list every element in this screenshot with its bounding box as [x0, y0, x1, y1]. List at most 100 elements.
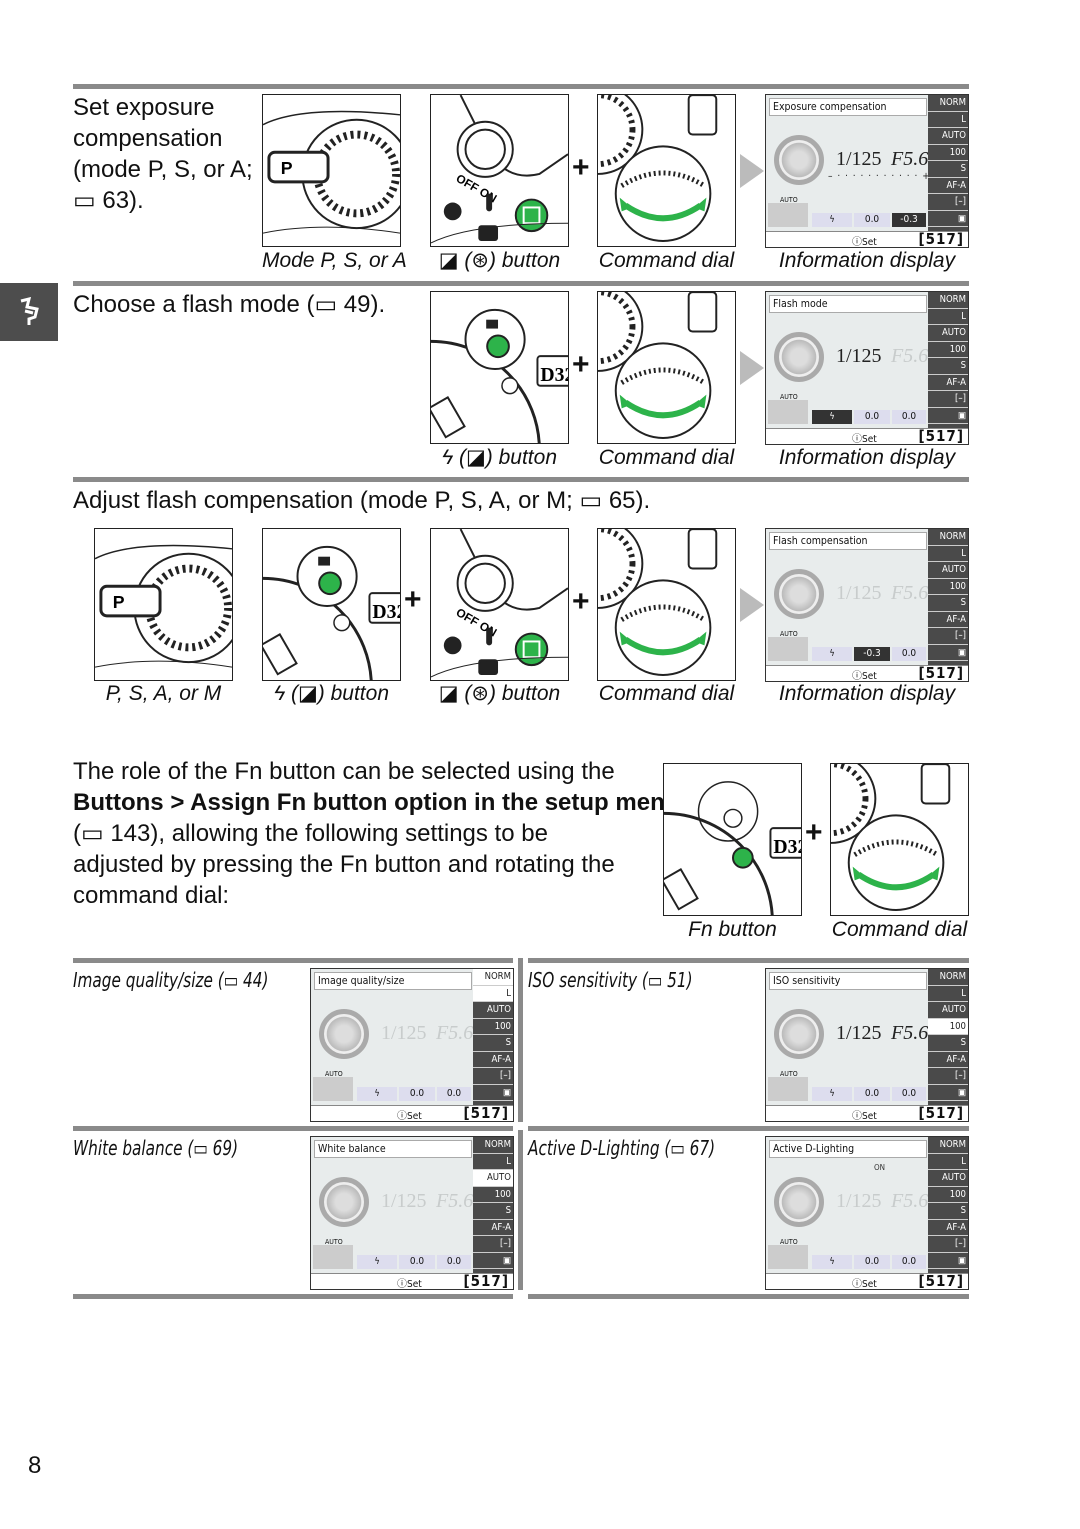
caption: Command dial: [831, 918, 968, 941]
panel-wb: AUTO: [928, 562, 968, 579]
aperture: F5.6: [891, 582, 929, 604]
panel-qual: NORM: [928, 1137, 968, 1154]
information-display: Flash compensation 1/125 F5.6 AUTO ϟ -0.3 0.0 N…: [765, 528, 969, 682]
panel-area: [–]: [473, 1236, 513, 1253]
information-display: White balance 1/125 F5.6 AUTO ϟ 0.0 0.0 NORM L AU…: [310, 1136, 514, 1290]
display-title: Flash compensation: [769, 532, 927, 550]
aperture: F5.6: [891, 148, 929, 170]
panel-meter: ▣: [473, 1085, 513, 1101]
set-label: ⓘSet: [852, 237, 877, 248]
caption: Command dial: [598, 682, 735, 705]
panel-qual: NORM: [928, 969, 968, 986]
panel-iso: 100: [473, 1019, 513, 1035]
settings-panel: NORM L AUTO 100 S AF-A [–] ▣: [928, 95, 968, 232]
fn-paragraph: The role of the Fn button can be selecte…: [73, 756, 679, 911]
setting-label: Image quality/size (▭ 44): [73, 968, 269, 992]
exposures-remaining: [517]: [918, 664, 964, 682]
flash-mode-icon: ϟ: [357, 1255, 397, 1269]
plus-sign: +: [805, 816, 823, 849]
plus-sign: +: [404, 583, 422, 616]
rule: [73, 477, 969, 482]
arrow-icon: [740, 154, 764, 188]
caption: ◪ (⊛) button: [438, 682, 561, 705]
plus-sign: +: [572, 585, 590, 618]
set-label: ⓘSet: [397, 1111, 422, 1122]
exposure-button-illustration: OFF ON: [430, 94, 569, 247]
display-title: ISO sensitivity: [769, 972, 927, 990]
set-label: ⓘSet: [852, 1279, 877, 1290]
command-dial-illustration: [597, 291, 736, 444]
flash-compensation-value: 0.0: [854, 410, 890, 424]
exposure-ring-icon: [319, 1177, 369, 1227]
flash-compensation-value: 0.0: [854, 1087, 890, 1101]
display-title: Active D-Lighting: [769, 1140, 927, 1158]
command-dial-illustration: [830, 763, 969, 916]
panel-area: [–]: [928, 1236, 968, 1253]
plus-sign: +: [572, 151, 590, 184]
flash-button-illustration: D32: [262, 528, 401, 681]
column-divider: [518, 1130, 523, 1290]
exposure-button-illustration: OFF ON: [430, 528, 569, 681]
caption: Information display: [778, 682, 956, 705]
fn-button-illustration: D32: [663, 763, 802, 916]
af-point-grid: [313, 1245, 353, 1269]
panel-af: AF-A: [928, 178, 968, 194]
panel-iso: 100: [473, 1187, 513, 1203]
display-title: Exposure compensation: [769, 98, 927, 116]
panel-wb: AUTO: [473, 1002, 513, 1019]
panel-area: [–]: [928, 1068, 968, 1085]
rule: [73, 958, 513, 963]
settings-panel: NORM L AUTO 100 S AF-A [–] ▣: [928, 1137, 968, 1274]
display-title: White balance: [314, 1140, 472, 1158]
af-point-grid: [768, 1245, 808, 1269]
information-display: ISO sensitivity 1/125 F5.6 AUTO ϟ 0.0 0.0 NORM L…: [765, 968, 969, 1122]
text-line: (▭ 143), allowing the following settings…: [73, 820, 548, 847]
panel-meter: ▣: [473, 1253, 513, 1269]
rule: [528, 1126, 969, 1131]
panel-s: S: [928, 595, 968, 612]
af-point-grid: [768, 400, 808, 424]
mode-dial-illustration: P: [262, 94, 401, 247]
display-footer: ⓘSet [517]: [311, 1104, 513, 1122]
flash-compensation-value: 0.0: [399, 1087, 435, 1101]
rule: [73, 1294, 513, 1299]
mode-dial-illustration: P: [94, 528, 233, 681]
information-display: Image quality/size 1/125 F5.6 AUTO ϟ 0.0 0.0 NO…: [310, 968, 514, 1122]
set-label: ⓘSet: [852, 671, 877, 682]
chapter-tab: [0, 283, 58, 341]
exposure-ring-icon: [774, 1009, 824, 1059]
set-label: ⓘSet: [852, 434, 877, 445]
active-d-lighting-value: ON: [874, 1163, 886, 1172]
caption: ◪ (⊛) button: [438, 249, 561, 272]
aperture: F5.6: [891, 1190, 929, 1212]
flash-mode-icon: ϟ: [812, 1255, 852, 1269]
text-line: ▭ 63).: [73, 187, 144, 214]
text-line: command dial:: [73, 882, 230, 909]
panel-size: L: [473, 1154, 513, 1170]
command-dial-illustration: [597, 94, 736, 247]
settings-panel: NORM L AUTO 100 S AF-A [–] ▣: [473, 1137, 513, 1274]
set-label: ⓘSet: [852, 1111, 877, 1122]
information-display: Flash mode 1/125 F5.6 AUTO ϟ 0.0 0.0 NORM L AUTO 1…: [765, 291, 969, 445]
display-footer: ⓘSet [517]: [766, 1272, 968, 1290]
exposure-compensation-value: 0.0: [892, 647, 926, 661]
af-point-grid: [768, 203, 808, 227]
panel-af: AF-A: [928, 1052, 968, 1068]
panel-size: L: [473, 985, 513, 1002]
shutter-speed: 1/125: [836, 148, 882, 170]
information-display: Exposure compensation 1/125 F5.6– · · · · …: [765, 94, 969, 248]
panel-iso: 100: [928, 145, 968, 161]
panel-area: [–]: [928, 628, 968, 645]
exposure-compensation-value: 0.0: [437, 1087, 471, 1101]
display-footer: ⓘSet [517]: [766, 664, 968, 682]
panel-iso: 100: [928, 342, 968, 358]
af-point-grid: [768, 1077, 808, 1101]
panel-iso: 100: [928, 1018, 968, 1035]
display-footer: ⓘSet [517]: [766, 427, 968, 445]
rule: [528, 958, 969, 963]
rule: [73, 281, 969, 286]
shutter-speed: 1/125: [836, 345, 882, 367]
rule: [73, 84, 969, 89]
column-divider: [518, 958, 523, 1122]
flash-mode-icon: ϟ: [812, 1087, 852, 1101]
